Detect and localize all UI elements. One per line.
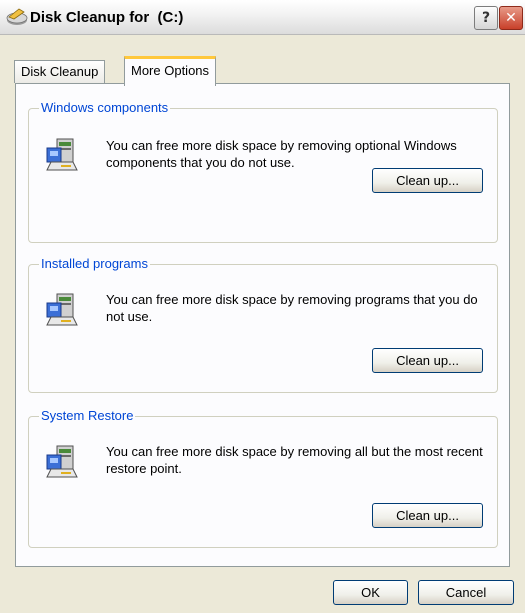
installed-programs-cleanup-button[interactable]: Clean up... [372,348,483,373]
setup-program-icon [46,293,78,326]
cancel-button[interactable]: Cancel [418,580,514,605]
group-title: Windows components [39,100,171,116]
title-bar[interactable]: Disk Cleanup for (C:) ? ✕ [0,0,525,35]
group-installed-programs: Installed programs You can free more dis… [28,256,498,393]
group-description: You can free more disk space by removing… [106,444,483,476]
windows-components-cleanup-button[interactable]: Clean up... [372,168,483,193]
window-title: Disk Cleanup for (C:) [30,9,184,26]
group-description: You can free more disk space by removing… [106,138,457,170]
setup-program-icon [46,445,78,478]
group-windows-components: Windows components You can free more dis… [28,100,498,243]
group-title: Installed programs [39,256,150,272]
close-button[interactable]: ✕ [499,6,523,30]
system-restore-cleanup-button[interactable]: Clean up... [372,503,483,528]
group-title: System Restore [39,408,136,424]
help-button[interactable]: ? [474,6,498,30]
ok-button[interactable]: OK [333,580,408,605]
disk-cleanup-dialog: Disk Cleanup for (C:) ? ✕ Disk Cleanup M… [0,0,525,613]
tab-more-options[interactable]: More Options [124,56,217,86]
group-description: You can free more disk space by removing… [106,292,478,324]
disk-cleanup-icon [6,8,28,25]
group-system-restore: System Restore You can free more disk sp… [28,408,498,548]
setup-program-icon [46,138,78,171]
tab-disk-cleanup[interactable]: Disk Cleanup [14,60,106,83]
